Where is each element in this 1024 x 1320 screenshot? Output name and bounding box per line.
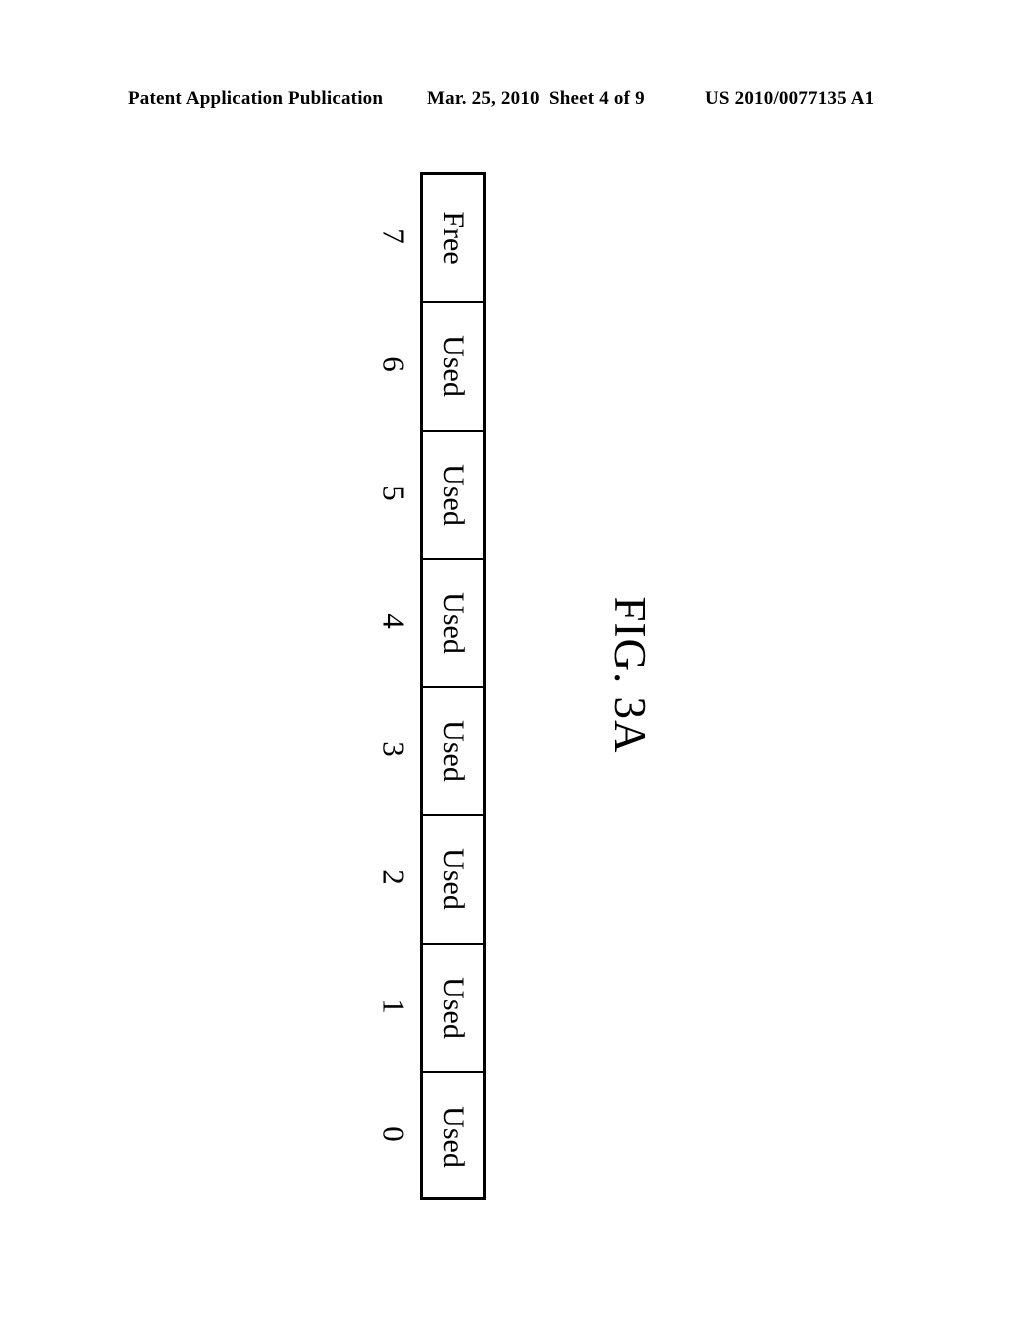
block-index-label: 2 [376, 869, 412, 886]
block-status-label: Used [437, 1106, 470, 1168]
block-status-label: Used [437, 592, 470, 654]
block-index: 1 [372, 942, 416, 1070]
block-status-label: Free [437, 211, 470, 265]
table-row: Used [423, 688, 483, 817]
block-index-label: 0 [376, 1126, 412, 1142]
block-index-label: 4 [376, 613, 412, 629]
block-index-label: 5 [376, 484, 412, 501]
block-index-label: 7 [376, 228, 412, 244]
block-index-label: 1 [376, 997, 412, 1014]
block-index: 5 [372, 429, 416, 557]
table-row: Used [423, 1073, 483, 1201]
block-index: 3 [372, 685, 416, 813]
block-index-label: 3 [376, 741, 412, 757]
table-row: Used [423, 432, 483, 560]
block-index-label: 6 [376, 356, 412, 373]
figure-3a: 7 6 5 4 3 2 1 0 Free Used Used Used Used… [0, 0, 1024, 1320]
block-index: 7 [372, 172, 416, 300]
block-status-label: Used [437, 848, 470, 911]
block-status-label: Used [437, 335, 470, 398]
table-row: Free [423, 175, 483, 304]
figure-caption: FIG. 3A [605, 596, 655, 754]
table-row: Used [423, 560, 483, 688]
block-index: 2 [372, 813, 416, 941]
table-row: Used [423, 945, 483, 1073]
table-row: Used [423, 816, 483, 945]
block-status-label: Used [437, 720, 470, 782]
block-status-label: Used [437, 976, 470, 1039]
memory-block-table: Free Used Used Used Used Used Used Used [420, 172, 486, 1200]
block-index: 6 [372, 300, 416, 428]
table-row: Used [423, 303, 483, 432]
block-status-label: Used [437, 463, 470, 526]
block-index-column: 7 6 5 4 3 2 1 0 [372, 172, 416, 1200]
block-index: 4 [372, 557, 416, 685]
block-index: 0 [372, 1070, 416, 1198]
